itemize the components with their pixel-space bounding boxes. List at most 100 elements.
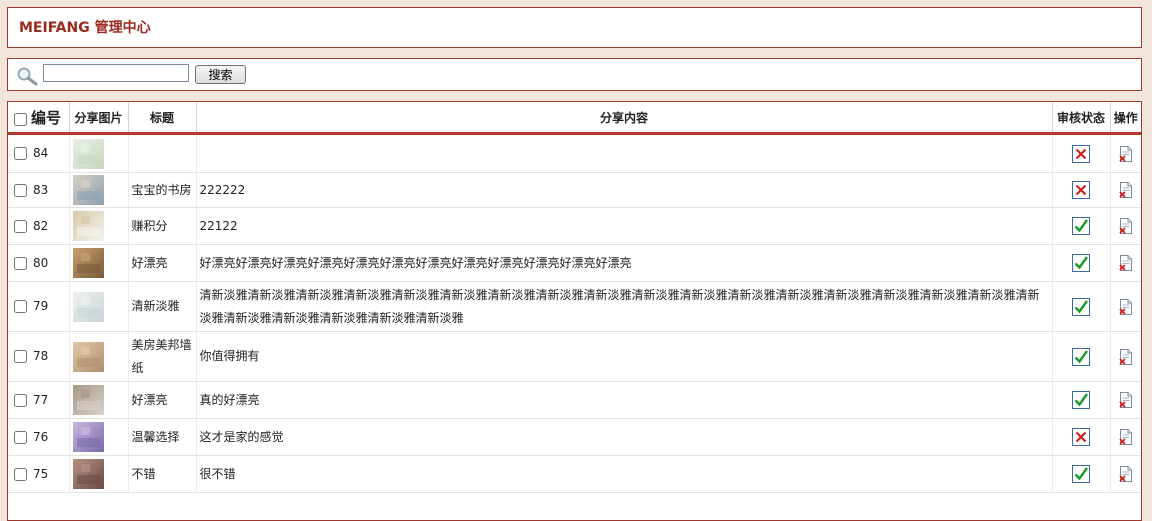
row-thumbnail-cell <box>69 418 129 456</box>
row-content: 很不错 <box>196 455 1053 493</box>
check-icon[interactable] <box>1072 217 1090 235</box>
app-title: MEIFANG 管理中心 <box>19 20 151 36</box>
delete-document-icon[interactable] <box>1119 298 1133 315</box>
row-status-cell <box>1052 418 1111 456</box>
delete-document-icon[interactable] <box>1119 466 1133 482</box>
row-status-cell <box>1052 381 1111 419</box>
row-title: 赚积分 <box>128 207 197 245</box>
row-action-cell <box>1110 244 1141 282</box>
row-content: 真的好漂亮 <box>196 381 1053 419</box>
row-thumbnail-cell <box>69 172 129 208</box>
row-id: 80 <box>33 255 49 270</box>
check-icon[interactable] <box>1072 347 1090 366</box>
row-thumbnail-cell <box>69 331 129 382</box>
table-header-row: 编号 分享图片 标题 分享内容 审核状态 操作 <box>8 102 1141 135</box>
delete-document-icon[interactable] <box>1119 392 1133 408</box>
table-row: 77 好漂亮 真的好漂亮 <box>8 381 1141 419</box>
check-icon[interactable] <box>1072 297 1090 316</box>
row-title: 宝宝的书房 <box>128 172 197 208</box>
row-status-cell <box>1052 133 1111 173</box>
row-status-cell <box>1052 331 1111 382</box>
column-header-status: 审核状态 <box>1052 102 1111 135</box>
row-title: 不错 <box>128 455 197 493</box>
check-icon[interactable] <box>1072 391 1090 409</box>
magnifier-icon <box>17 67 38 86</box>
row-checkbox[interactable] <box>14 300 27 313</box>
row-thumbnail-cell <box>69 455 129 493</box>
check-icon[interactable] <box>1072 465 1090 483</box>
row-checkbox[interactable] <box>14 256 27 270</box>
cross-icon[interactable] <box>1072 428 1090 446</box>
share-thumbnail[interactable] <box>72 248 104 278</box>
row-action-cell <box>1110 207 1141 245</box>
row-status-cell <box>1052 455 1111 493</box>
row-status-cell <box>1052 207 1111 245</box>
row-status-cell <box>1052 244 1111 282</box>
row-title: 好漂亮 <box>128 381 197 419</box>
table-row: 78 美房美邦墙纸 你值得拥有 <box>8 331 1141 382</box>
row-action-cell <box>1110 281 1141 332</box>
row-title: 美房美邦墙纸 <box>128 331 197 382</box>
row-checkbox[interactable] <box>14 219 27 233</box>
delete-document-icon[interactable] <box>1119 145 1133 162</box>
share-thumbnail[interactable] <box>72 341 104 372</box>
row-content: 222222 <box>196 172 1053 208</box>
row-thumbnail-cell <box>69 133 129 173</box>
search-input[interactable] <box>43 64 189 82</box>
row-content <box>196 133 1053 173</box>
row-content: 好漂亮好漂亮好漂亮好漂亮好漂亮好漂亮好漂亮好漂亮好漂亮好漂亮好漂亮好漂亮 <box>196 244 1053 282</box>
share-thumbnail[interactable] <box>72 175 104 205</box>
row-id-cell: 82 <box>8 207 70 245</box>
select-all-checkbox[interactable] <box>14 112 27 126</box>
row-content: 这才是家的感觉 <box>196 418 1053 456</box>
table-row: 79 清新淡雅 清新淡雅清新淡雅清新淡雅清新淡雅清新淡雅清新淡雅清新淡雅清新淡雅清新… <box>8 281 1141 332</box>
delete-document-icon[interactable] <box>1119 182 1133 198</box>
delete-document-icon[interactable] <box>1119 348 1133 365</box>
row-id: 79 <box>33 299 49 313</box>
share-list-panel: 编号 分享图片 标题 分享内容 审核状态 操作 84 83 宝宝的书房 222222 8… <box>7 101 1142 521</box>
row-id: 75 <box>33 466 49 481</box>
row-id-cell: 83 <box>8 172 70 208</box>
row-content: 清新淡雅清新淡雅清新淡雅清新淡雅清新淡雅清新淡雅清新淡雅清新淡雅清新淡雅清新淡雅… <box>196 281 1053 332</box>
delete-document-icon[interactable] <box>1119 218 1133 234</box>
row-action-cell <box>1110 133 1141 173</box>
row-action-cell <box>1110 381 1141 419</box>
row-id: 78 <box>33 349 49 363</box>
column-header-action: 操作 <box>1110 102 1141 135</box>
row-id-cell: 80 <box>8 244 70 282</box>
cross-icon[interactable] <box>1072 144 1090 163</box>
share-table: 编号 分享图片 标题 分享内容 审核状态 操作 84 83 宝宝的书房 222222 8… <box>8 102 1141 493</box>
search-bar: 搜索 <box>7 58 1142 91</box>
row-checkbox[interactable] <box>14 350 27 363</box>
delete-document-icon[interactable] <box>1119 255 1133 271</box>
search-button[interactable]: 搜索 <box>195 65 246 84</box>
check-icon[interactable] <box>1072 254 1090 272</box>
share-thumbnail[interactable] <box>72 385 104 415</box>
share-thumbnail[interactable] <box>72 459 104 489</box>
row-title: 好漂亮 <box>128 244 197 282</box>
row-checkbox[interactable] <box>14 430 27 444</box>
share-thumbnail[interactable] <box>72 138 104 169</box>
share-thumbnail[interactable] <box>72 291 104 322</box>
delete-document-icon[interactable] <box>1119 429 1133 445</box>
row-checkbox[interactable] <box>14 147 27 160</box>
column-header-content: 分享内容 <box>196 102 1053 135</box>
table-row: 75 不错 很不错 <box>8 455 1141 493</box>
row-checkbox[interactable] <box>14 467 27 481</box>
row-thumbnail-cell <box>69 281 129 332</box>
share-thumbnail[interactable] <box>72 211 104 241</box>
table-row: 76 温馨选择 这才是家的感觉 <box>8 418 1141 456</box>
column-header-title: 标题 <box>128 102 197 135</box>
cross-icon[interactable] <box>1072 181 1090 199</box>
column-header-id: 编号 <box>8 102 70 135</box>
share-thumbnail[interactable] <box>72 422 104 452</box>
row-id-cell: 75 <box>8 455 70 493</box>
row-checkbox[interactable] <box>14 393 27 407</box>
row-title <box>128 133 197 173</box>
table-row: 82 赚积分 22122 <box>8 207 1141 245</box>
header-panel: MEIFANG 管理中心 <box>7 7 1142 48</box>
table-row: 83 宝宝的书房 222222 <box>8 172 1141 208</box>
row-id-cell: 79 <box>8 281 70 332</box>
column-label-id: 编号 <box>31 108 62 127</box>
row-checkbox[interactable] <box>14 183 27 197</box>
